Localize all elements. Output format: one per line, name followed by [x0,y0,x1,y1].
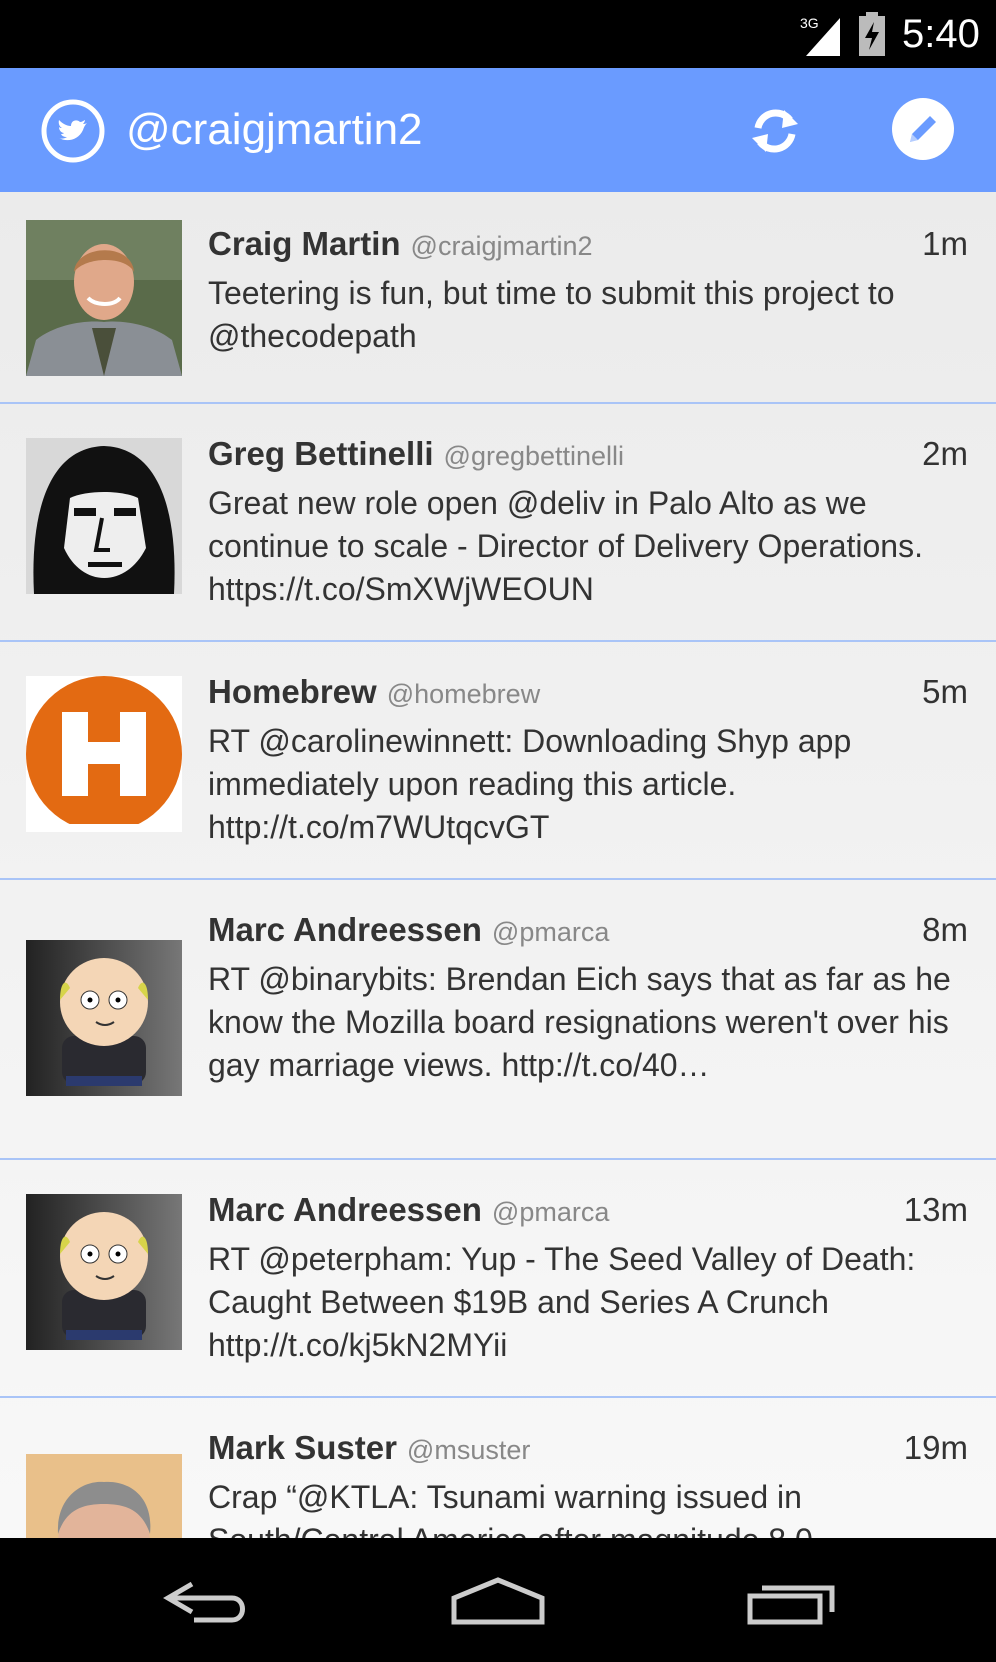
tweet-time: 2m [922,435,968,472]
tweet-time: 1m [922,225,968,262]
tweet-time: 13m [903,1191,968,1228]
tweet-text: Teetering is fun, but time to submit thi… [208,275,895,354]
tweet-author: Mark Suster @msuster [208,1428,530,1470]
tweet-author-name: Marc Andreessen [208,911,482,948]
tweet-text: RT @peterpham: Yup - The Seed Valley of … [208,1241,916,1363]
tweet-author-name: Craig Martin [208,225,401,262]
tweet-item[interactable]: Greg Bettinelli @gregbettinelli 2m Great … [0,402,996,642]
home-icon[interactable] [450,1576,546,1626]
tweet-time: 8m [922,911,968,948]
compose-icon[interactable] [890,96,956,162]
tweet-author-name: Greg Bettinelli [208,435,434,472]
svg-text:3G: 3G [800,15,819,31]
tweet-author-handle: @pmarca [491,917,610,947]
tweet-author: Homebrew @homebrew [208,672,540,714]
tweet-item[interactable]: Craig Martin @craigjmartin2 1m Teetering … [0,192,996,404]
tweet-author: Marc Andreessen @pmarca [208,910,609,952]
avatar[interactable] [26,1194,182,1350]
tweet-author-handle: @homebrew [386,679,541,709]
tweet-item[interactable]: Marc Andreessen @pmarca 13m RT @peterpham… [0,1158,996,1398]
status-clock: 5:40 [902,12,980,56]
avatar[interactable] [26,676,182,832]
twitter-bird-icon[interactable] [40,98,106,164]
tweet-author-handle: @pmarca [491,1197,610,1227]
tweet-author: Craig Martin @craigjmartin2 [208,224,593,266]
tweet-text: Great new role open @deliv in Palo Alto … [208,485,923,607]
status-bar: 3G 5:40 [0,0,996,68]
tweet-item[interactable]: Mark Suster @msuster 19m Crap “@KTLA: Tsu… [0,1396,996,1538]
tweet-timeline[interactable]: Craig Martin @craigjmartin2 1m Teetering … [0,192,996,1538]
tweet-time: 5m [922,673,968,710]
avatar[interactable] [26,438,182,594]
refresh-icon[interactable] [742,98,808,164]
avatar[interactable] [26,1454,182,1538]
tweet-author-handle: @gregbettinelli [443,441,625,471]
back-icon[interactable] [162,1576,252,1626]
action-bar: @craigjmartin2 [0,68,996,192]
tweet-text: RT @carolinewinnett: Downloading Shyp ap… [208,723,852,845]
battery-icon [859,12,885,56]
system-nav-bar [0,1538,996,1662]
tweet-author-name: Homebrew [208,673,377,710]
tweet-text: Crap “@KTLA: Tsunami warning issued in S… [208,1479,813,1538]
tweet-text: RT @binarybits: Brendan Eich says that a… [208,961,951,1083]
avatar[interactable] [26,220,182,376]
tweet-author: Marc Andreessen @pmarca [208,1190,609,1232]
avatar[interactable] [26,940,182,1096]
tweet-author-handle: @msuster [406,1435,531,1465]
tweet-item[interactable]: Marc Andreessen @pmarca 8m RT @binarybits… [0,878,996,1160]
tweet-item[interactable]: Homebrew @homebrew 5m RT @carolinewinnett… [0,640,996,880]
tweet-author-name: Marc Andreessen [208,1191,482,1228]
signal-3g-icon: 3G [800,15,840,56]
tweet-author: Greg Bettinelli @gregbettinelli [208,434,624,476]
tweet-author-handle: @craigjmartin2 [410,231,593,261]
account-title: @craigjmartin2 [126,105,423,154]
recent-apps-icon[interactable] [746,1576,838,1626]
tweet-time: 19m [903,1429,968,1466]
tweet-author-name: Mark Suster [208,1429,397,1466]
